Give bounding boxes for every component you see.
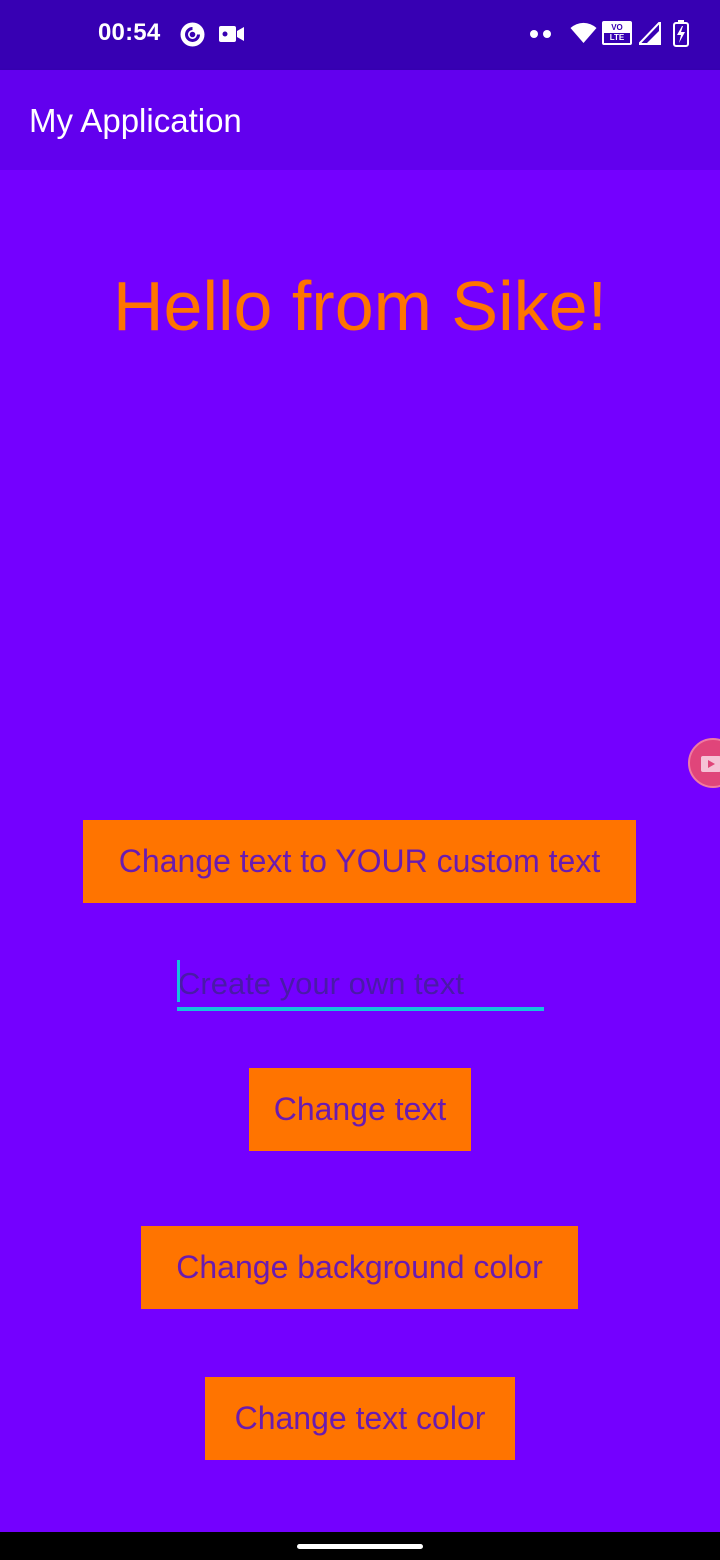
video-camera-icon (219, 26, 244, 42)
text-input-wrapper (177, 960, 544, 1011)
wifi-icon (570, 22, 597, 43)
pocket-casts-icon (180, 22, 205, 47)
volte-label-bottom: LTE (609, 33, 625, 42)
custom-text-button[interactable]: Change text to YOUR custom text (83, 820, 636, 903)
home-gesture-handle[interactable] (297, 1544, 423, 1549)
status-bar: 00:54 VO LTE (0, 0, 720, 70)
hello-text: Hello from Sike! (112, 267, 608, 345)
volte-icon: VO LTE (602, 21, 632, 45)
change-text-color-button[interactable]: Change text color (205, 1377, 515, 1460)
screen-recorder-icon (701, 756, 720, 772)
navigation-bar (0, 1532, 720, 1560)
app-title: My Application (29, 102, 242, 139)
status-time: 00:54 (98, 19, 161, 46)
notification-dots-icon (530, 30, 551, 38)
change-text-button[interactable]: Change text (249, 1068, 471, 1151)
signal-icon (639, 22, 661, 45)
change-background-color-button[interactable]: Change background color (141, 1226, 578, 1309)
custom-text-input[interactable] (177, 960, 544, 1011)
app-bar: My Application (0, 70, 720, 170)
battery-charging-icon (673, 20, 689, 47)
volte-label-top: VO (604, 23, 630, 33)
text-cursor (177, 960, 180, 1002)
main-content: Hello from Sike! Change text to YOUR cus… (0, 170, 720, 1532)
